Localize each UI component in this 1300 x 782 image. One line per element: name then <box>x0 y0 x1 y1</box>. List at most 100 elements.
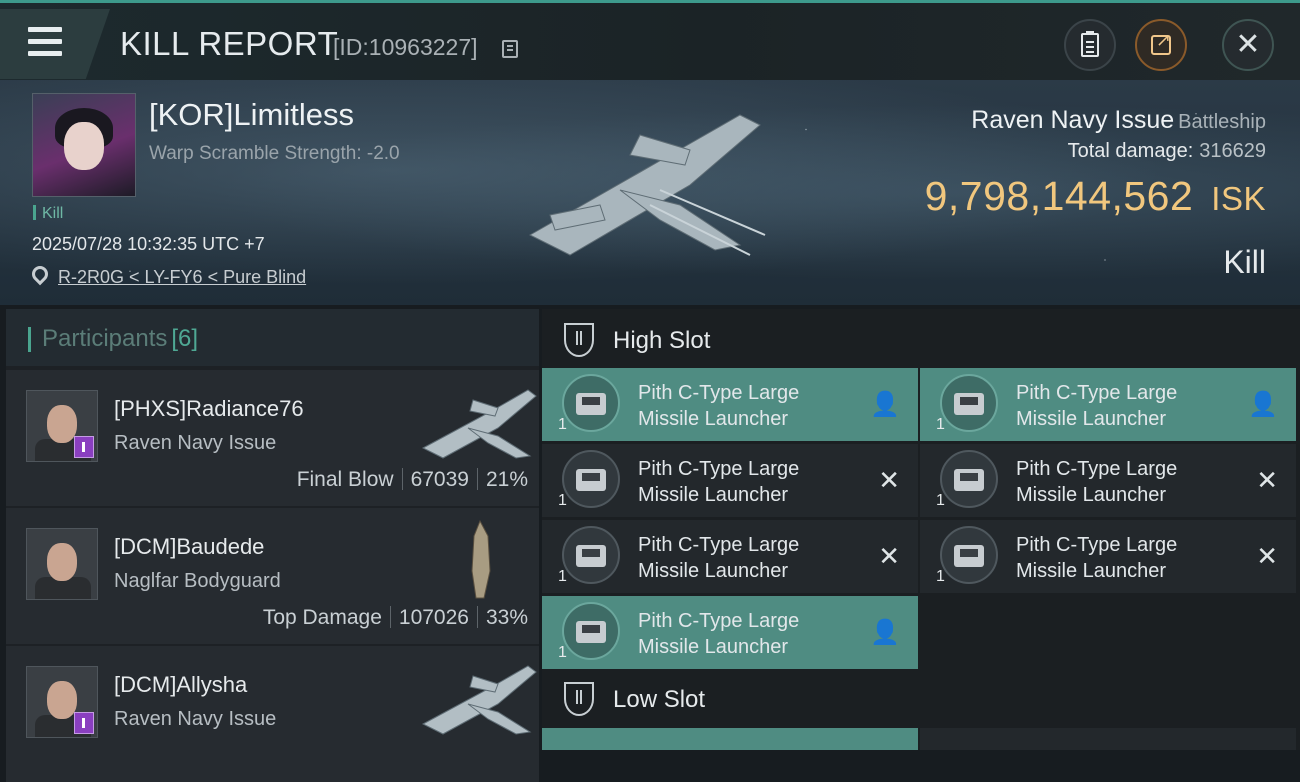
participant-name: [PHXS]Radiance76 <box>114 396 304 421</box>
participant-row[interactable]: [PHXS]Radiance76 Raven Navy Issue Final … <box>6 370 539 506</box>
stat-divider <box>389 606 391 628</box>
module-name-line1: Pith C-Type Large <box>638 382 800 404</box>
participant-role: Final Blow <box>296 468 394 491</box>
person-icon: 👤 <box>870 618 900 646</box>
missile-launcher-icon <box>562 526 620 584</box>
module-quantity: 1 <box>558 568 567 585</box>
module-slot[interactable]: 1 Pith C-Type Large Missile Launcher 👤 <box>542 368 918 441</box>
module-slot[interactable]: 1 Pith C-Type Large Missile Launcher 👤 <box>542 596 918 669</box>
victim-ship-class: Battleship <box>1178 111 1266 133</box>
module-quantity: 1 <box>936 492 945 509</box>
warp-scramble-strength: Warp Scramble Strength: -2.0 <box>149 143 400 164</box>
module-name: Pith C-Type Large Missile Launcher <box>1016 380 1216 432</box>
module-name: Pith C-Type Large Missile Launcher <box>638 532 838 584</box>
isk-unit: ISK <box>1211 180 1266 217</box>
module-name: Pith C-Type Large Missile Launcher <box>638 456 838 508</box>
participant-ship: Raven Navy Issue <box>114 708 277 730</box>
copy-icon[interactable] <box>502 40 518 58</box>
participant-ship-image <box>421 665 537 735</box>
module-name-line2: Missile Launcher <box>638 560 789 582</box>
launcher-shape <box>576 621 606 643</box>
avatar-face <box>64 122 104 170</box>
missile-launcher-icon <box>562 374 620 432</box>
participant-damage: 107026 <box>398 606 469 629</box>
participants-panel: Participants [6] [PHXS]Radiance76 Raven N… <box>6 309 539 782</box>
close-icon: ✕ <box>1235 27 1261 62</box>
module-slot-partial[interactable] <box>920 728 1296 750</box>
module-quantity: 1 <box>936 416 945 433</box>
module-name-line1: Pith C-Type Large <box>1016 534 1178 556</box>
module-slot[interactable]: 1 Pith C-Type Large Missile Launcher ✕ <box>542 520 918 593</box>
avatar-head <box>47 543 77 581</box>
stat-divider <box>476 468 478 490</box>
destroyed-x-icon: ✕ <box>878 542 900 572</box>
module-name-line2: Missile Launcher <box>1016 484 1167 506</box>
launcher-shape <box>576 469 606 491</box>
module-name-line1: Pith C-Type Large <box>1016 458 1178 480</box>
missile-launcher-icon <box>940 526 998 584</box>
kill-tag: Kill <box>33 205 63 223</box>
avatar-head <box>47 681 77 719</box>
isk-amount: 9,798,144,562 <box>924 173 1194 219</box>
module-slot[interactable]: 1 Pith C-Type Large Missile Launcher ✕ <box>542 444 918 517</box>
menu-icon-line <box>28 51 62 56</box>
avatar-head <box>47 405 77 443</box>
module-name-line1: Pith C-Type Large <box>638 458 800 480</box>
high-slot-icon <box>564 323 594 357</box>
launcher-shape <box>954 469 984 491</box>
participants-header[interactable]: Participants [6] <box>6 309 539 366</box>
total-damage: Total damage: 316629 <box>1068 140 1266 163</box>
participant-row[interactable]: [DCM]Allysha Raven Navy Issue <box>6 646 539 782</box>
close-button[interactable]: ✕ <box>1222 19 1274 71</box>
destroyed-x-icon: ✕ <box>1256 542 1278 572</box>
clipboard-button[interactable] <box>1064 19 1116 71</box>
module-quantity: 1 <box>936 568 945 585</box>
location-link[interactable]: R-2R0G < LY-FY6 < Pure Blind <box>58 267 306 287</box>
person-icon: 👤 <box>870 390 900 418</box>
module-name-line1: Pith C-Type Large <box>1016 382 1178 404</box>
module-name: Pith C-Type Large Missile Launcher <box>638 608 838 660</box>
participants-accent-bar <box>28 327 31 352</box>
launcher-shape <box>954 393 984 415</box>
module-slot-partial[interactable] <box>542 728 918 750</box>
module-slot[interactable]: 1 Pith C-Type Large Missile Launcher ✕ <box>920 520 1296 593</box>
menu-button[interactable] <box>0 9 110 79</box>
top-bar: KILL REPORT [ID:10963227] ✕ <box>0 0 1300 80</box>
participants-count: [6] <box>171 325 199 352</box>
participant-avatar[interactable] <box>26 528 98 600</box>
participant-ship-image <box>421 389 537 459</box>
stat-divider <box>476 606 478 628</box>
module-slot[interactable]: 1 Pith C-Type Large Missile Launcher 👤 <box>920 368 1296 441</box>
destroyed-x-icon: ✕ <box>878 466 900 496</box>
participant-role: Top Damage <box>262 606 382 629</box>
high-slot-title: High Slot <box>613 327 711 354</box>
report-id: [ID:10963227] <box>333 34 478 60</box>
rank-badge-icon <box>74 712 94 734</box>
module-quantity: 1 <box>558 492 567 509</box>
isk-value: 9,798,144,562 ISK <box>925 173 1266 220</box>
participant-stats: Top Damage 107026 33% <box>263 606 528 630</box>
victim-ship[interactable]: Raven Navy Issue Battleship <box>971 106 1266 135</box>
low-slot-icon <box>564 682 594 716</box>
victim-banner: [KOR]Limitless Warp Scramble Strength: -… <box>0 80 1300 305</box>
kill-location[interactable]: R-2R0G < LY-FY6 < Pure Blind <box>28 262 306 288</box>
module-name: Pith C-Type Large Missile Launcher <box>638 380 838 432</box>
participant-avatar[interactable] <box>26 666 98 738</box>
victim-name[interactable]: [KOR]Limitless <box>149 97 354 133</box>
module-name-line2: Missile Launcher <box>638 484 789 506</box>
fitting-panel: High Slot 1 Pith C-Type Large Missile La… <box>542 309 1300 750</box>
victim-ship-name: Raven Navy Issue <box>971 106 1175 134</box>
share-button[interactable] <box>1135 19 1187 71</box>
missile-launcher-icon <box>562 602 620 660</box>
missile-launcher-icon <box>940 374 998 432</box>
location-pin-icon <box>28 262 52 286</box>
module-slot[interactable]: 1 Pith C-Type Large Missile Launcher ✕ <box>920 444 1296 517</box>
missile-launcher-icon <box>940 450 998 508</box>
participant-damage: 67039 <box>410 468 469 491</box>
victim-avatar[interactable] <box>32 93 136 197</box>
participant-name: [DCM]Allysha <box>114 672 248 697</box>
participant-row[interactable]: [DCM]Baudede Naglfar Bodyguard Top Damag… <box>6 508 539 644</box>
victim-ship-image <box>528 114 766 256</box>
participant-avatar[interactable] <box>26 390 98 462</box>
module-quantity: 1 <box>558 644 567 661</box>
